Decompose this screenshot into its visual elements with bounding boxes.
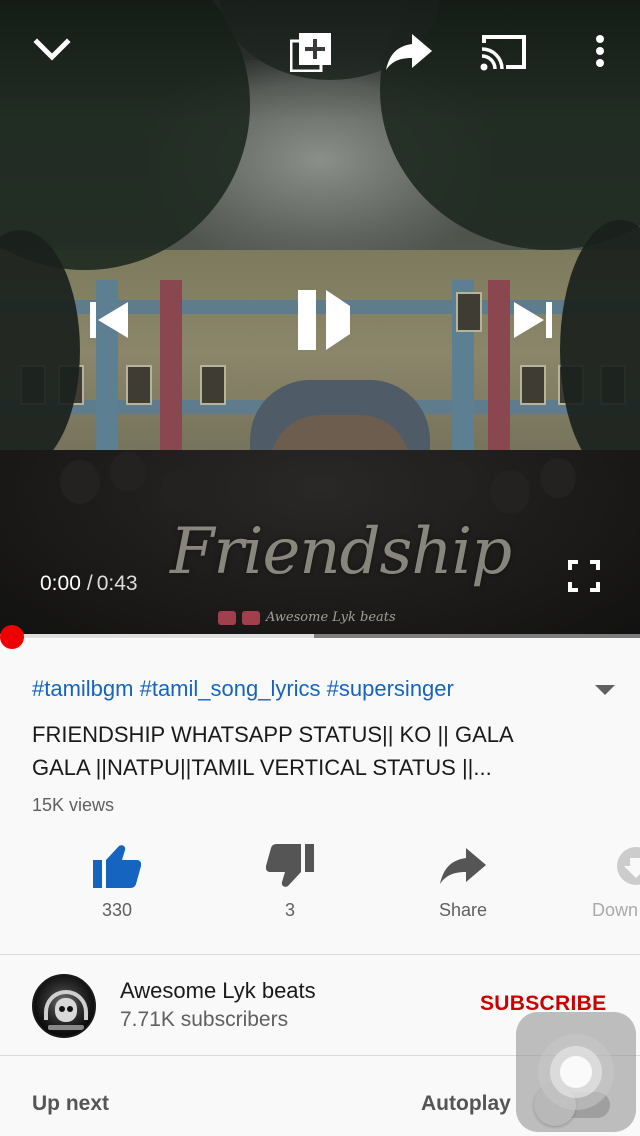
share-icon[interactable] — [386, 34, 432, 70]
up-next-label: Up next — [32, 1092, 110, 1115]
skull-eye — [59, 1006, 65, 1012]
crowd-person — [160, 470, 198, 512]
building-window — [520, 365, 546, 405]
assistive-touch-button[interactable] — [516, 1012, 636, 1132]
share-icon — [403, 840, 523, 892]
expand-description-icon[interactable] — [594, 683, 616, 702]
video-player[interactable]: Friendship Awesome Lyk beats 0:00 / 0:43 — [0, 0, 640, 638]
video-title[interactable]: FRIENDSHIP WHATSAPP STATUS|| KO || GALA … — [32, 718, 552, 784]
divider — [0, 954, 640, 955]
building-window — [456, 292, 482, 332]
current-time: 0:00 — [40, 572, 81, 595]
download-button[interactable]: Down — [576, 840, 640, 921]
video-hashtags[interactable]: #tamilbgm #tamil_song_lyrics #supersinge… — [32, 676, 454, 702]
building-window — [126, 365, 152, 405]
skull-eye — [67, 1006, 73, 1012]
fullscreen-icon[interactable] — [568, 560, 600, 592]
thumb-down-icon — [230, 840, 350, 892]
like-count: 330 — [101, 900, 133, 920]
assistive-touch-ring — [560, 1056, 592, 1088]
channel-name[interactable]: Awesome Lyk beats — [120, 978, 316, 1004]
skip-next-icon[interactable] — [512, 300, 554, 340]
share-button[interactable]: Share — [403, 840, 523, 921]
share-label: Share — [438, 900, 488, 920]
time-separator: / — [86, 572, 93, 595]
crowd-person — [540, 458, 576, 498]
download-label: Down — [592, 900, 639, 920]
time-display: 0:00/0:43 — [40, 572, 138, 596]
subscriber-count: 7.71K subscribers — [120, 1008, 289, 1031]
watermark-credit-text: Awesome Lyk beats — [266, 610, 396, 625]
youtube-icon — [242, 610, 260, 625]
pause-icon[interactable] — [296, 288, 352, 352]
avatar-text-graphic — [48, 1025, 84, 1030]
skip-previous-icon[interactable] — [88, 300, 130, 340]
dislike-count: 3 — [284, 900, 295, 920]
download-icon — [576, 840, 640, 892]
crowd-person — [490, 470, 530, 514]
more-vert-icon[interactable] — [592, 34, 608, 70]
thumb-up-icon — [57, 840, 177, 892]
crowd-person — [110, 452, 146, 492]
view-count: 15K views — [32, 795, 115, 815]
progress-scrubber[interactable] — [0, 625, 24, 649]
video-duration: 0:43 — [96, 572, 138, 595]
video-watermark: Friendship — [170, 515, 512, 589]
crowd-person — [60, 460, 100, 504]
chevron-down-icon[interactable] — [32, 34, 72, 64]
add-to-playlist-icon[interactable] — [290, 32, 334, 72]
progress-bar[interactable] — [0, 634, 640, 639]
action-bar: 330 3 Share Down — [0, 840, 640, 940]
autoplay-label: Autoplay — [421, 1092, 511, 1115]
cast-icon[interactable] — [480, 33, 528, 71]
instagram-icon — [218, 610, 236, 625]
like-button[interactable]: 330 — [57, 840, 177, 921]
dislike-button[interactable]: 3 — [230, 840, 350, 921]
video-watermark-credit: Awesome Lyk beats — [218, 610, 396, 625]
channel-avatar[interactable] — [32, 974, 96, 1038]
crowd-person — [440, 462, 476, 502]
building-window — [200, 365, 226, 405]
progress-buffered — [0, 634, 314, 639]
